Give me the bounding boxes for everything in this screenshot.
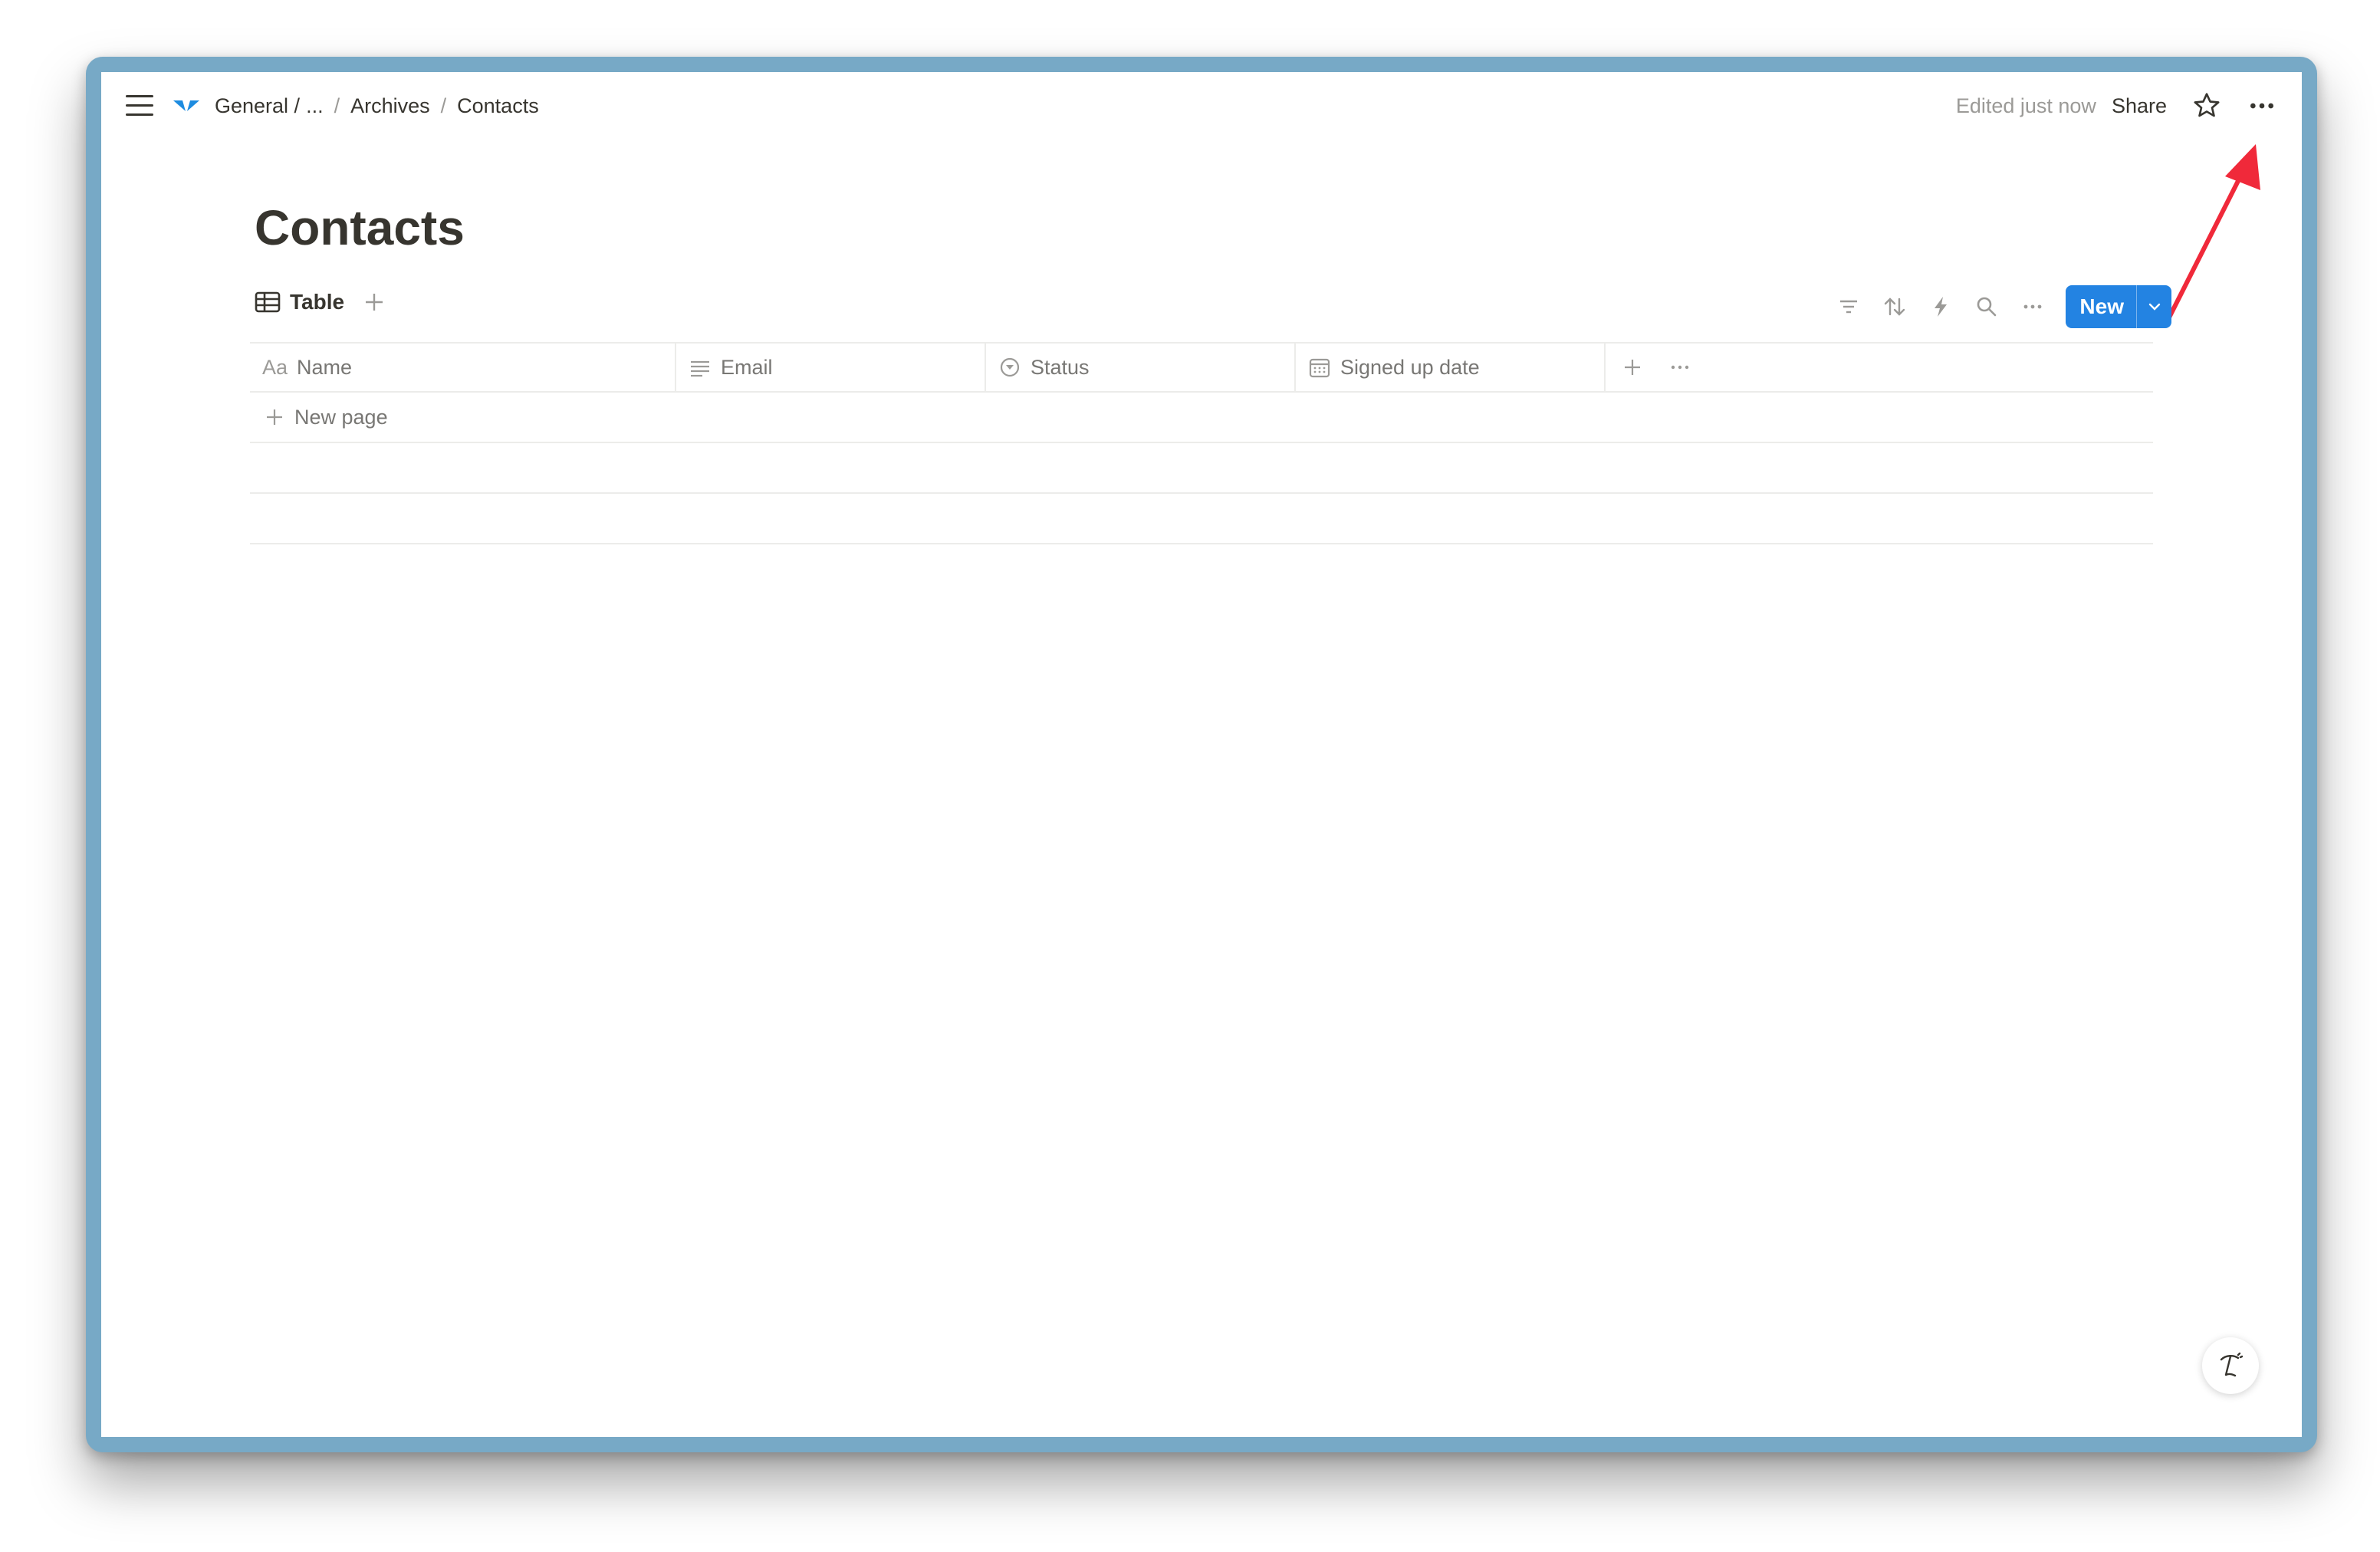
workspace-logo-icon <box>173 100 199 111</box>
column-signed-up-date-label: Signed up date <box>1340 355 1480 379</box>
table-row-empty <box>250 443 2153 494</box>
table-icon <box>255 291 281 313</box>
new-page-label: New page <box>294 405 388 429</box>
column-actions <box>1606 344 1693 391</box>
breadcrumb-contacts[interactable]: Contacts <box>454 94 542 118</box>
new-button[interactable]: New <box>2066 285 2171 328</box>
view-tabs: Table <box>255 290 386 314</box>
annotation-arrow <box>2165 144 2260 324</box>
text-property-icon: Aa <box>262 355 288 379</box>
column-status[interactable]: Status <box>986 344 1296 391</box>
add-view-icon[interactable] <box>363 291 386 314</box>
plus-icon <box>267 409 282 425</box>
breadcrumb: General / ... / Archives / Contacts <box>172 89 542 123</box>
help-icon <box>2220 1352 2244 1377</box>
search-icon[interactable] <box>1974 294 2000 320</box>
lightning-icon[interactable] <box>1928 294 1954 320</box>
top-bar: General / ... / Archives / Contacts Edit… <box>101 72 2302 140</box>
new-page-button[interactable]: New page <box>250 406 388 429</box>
page-title: Contacts <box>255 200 465 255</box>
status-icon <box>1000 357 1020 377</box>
column-email[interactable]: Email <box>676 344 986 391</box>
share-button[interactable]: Share <box>2112 94 2167 118</box>
add-column-icon[interactable] <box>1621 356 1644 379</box>
tab-table-label: Table <box>290 290 345 314</box>
column-status-label: Status <box>1031 355 1090 379</box>
breadcrumb-general[interactable]: General / <box>212 94 303 118</box>
app-window: General / ... / Archives / Contacts Edit… <box>101 72 2302 1437</box>
database-toolbar: New <box>1816 285 2171 328</box>
table-row: New page <box>250 393 2153 443</box>
filter-icon[interactable] <box>1836 294 1862 320</box>
column-name[interactable]: Aa Name <box>250 344 676 391</box>
breadcrumb-archives[interactable]: Archives <box>347 94 433 118</box>
edited-status: Edited just now <box>1955 94 2096 117</box>
column-name-label: Name <box>297 355 353 379</box>
calendar-icon <box>1309 358 1330 378</box>
help-button[interactable] <box>2202 1337 2259 1394</box>
top-right-actions: Edited just now Share <box>1956 87 2277 124</box>
text-lines-icon <box>691 360 709 377</box>
window-frame: General / ... / Archives / Contacts Edit… <box>86 57 2317 1452</box>
table-row-empty <box>250 494 2153 544</box>
tab-table[interactable]: Table <box>255 290 344 314</box>
more-tools-icon[interactable] <box>2020 294 2046 320</box>
table-header: Aa Name Email Status Signed up date <box>250 342 2153 393</box>
breadcrumb-separator: / <box>440 94 447 117</box>
chevron-down-icon <box>2148 303 2160 311</box>
star-icon[interactable] <box>2191 90 2222 121</box>
sort-icon[interactable] <box>1882 294 1908 320</box>
column-more-icon[interactable] <box>1667 356 1693 379</box>
menu-icon[interactable] <box>126 95 153 118</box>
new-dropdown-button[interactable] <box>2136 285 2171 328</box>
breadcrumb-separator: / <box>334 94 340 117</box>
new-button-label: New <box>2079 294 2124 318</box>
contacts-table: Aa Name Email Status Signed up date New … <box>250 342 2153 544</box>
more-options-icon[interactable] <box>2247 90 2277 121</box>
column-signed-up-date[interactable]: Signed up date <box>1296 344 1606 391</box>
breadcrumb-ellipsis[interactable]: ... <box>303 94 327 118</box>
column-email-label: Email <box>721 355 773 379</box>
